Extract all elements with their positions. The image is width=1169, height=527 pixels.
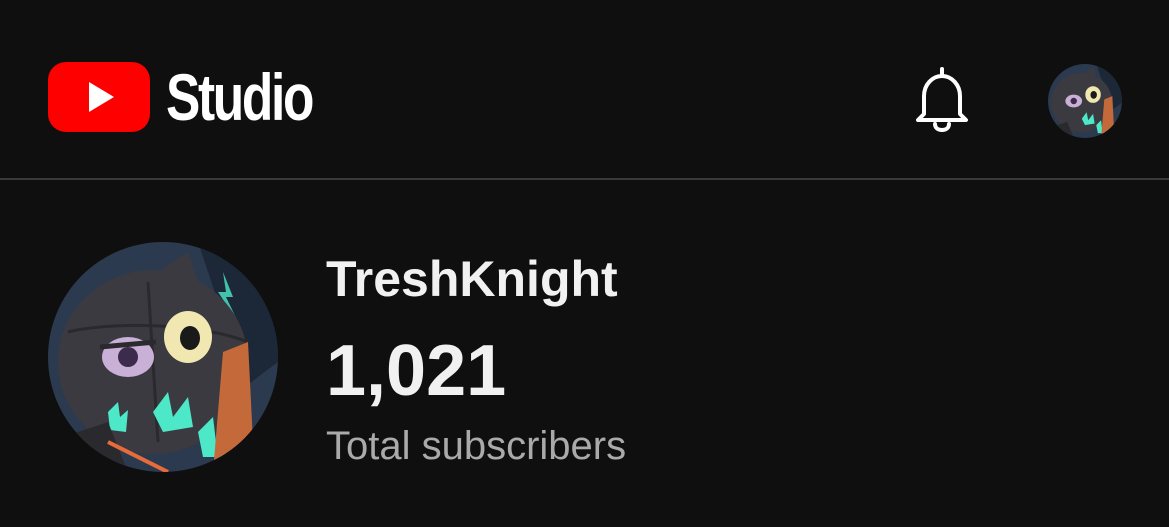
youtube-studio-logo[interactable]: Studio xyxy=(48,62,353,132)
subscriber-label: Total subscribers xyxy=(326,424,627,468)
app-header: Studio xyxy=(0,0,1169,180)
youtube-play-icon xyxy=(48,62,150,132)
bell-icon[interactable] xyxy=(914,66,970,132)
studio-wordmark: Studio xyxy=(166,60,314,134)
avatar-image xyxy=(1048,64,1122,138)
subscriber-count: 1,021 xyxy=(326,331,507,411)
channel-name: TreshKnight xyxy=(326,251,618,307)
channel-avatar-image xyxy=(48,242,278,472)
account-avatar[interactable] xyxy=(1048,64,1122,138)
channel-avatar xyxy=(48,242,278,472)
